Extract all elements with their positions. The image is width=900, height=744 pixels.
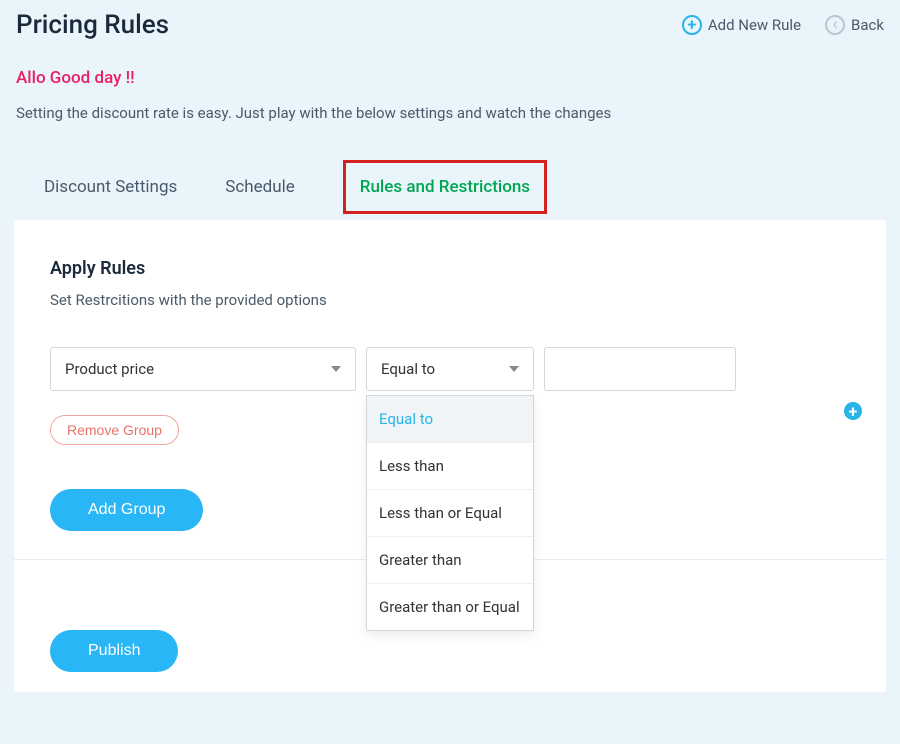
operator-option[interactable]: Less than bbox=[367, 443, 533, 490]
field-select[interactable]: Product price bbox=[50, 347, 356, 391]
tab-discount-settings[interactable]: Discount Settings bbox=[44, 171, 177, 203]
add-group-button[interactable]: Add Group bbox=[50, 489, 203, 531]
publish-button[interactable]: Publish bbox=[50, 630, 178, 672]
operator-option[interactable]: Less than or Equal bbox=[367, 490, 533, 537]
field-select-value: Product price bbox=[65, 360, 154, 378]
operator-option[interactable]: Greater than bbox=[367, 537, 533, 584]
add-new-rule-button[interactable]: Add New Rule bbox=[682, 15, 801, 35]
value-input[interactable] bbox=[544, 347, 736, 391]
chevron-down-icon bbox=[331, 366, 341, 372]
section-subtitle: Set Restrcitions with the provided optio… bbox=[50, 291, 850, 309]
add-new-rule-label: Add New Rule bbox=[708, 16, 801, 34]
back-label: Back bbox=[851, 16, 884, 34]
operator-select[interactable]: Equal to Equal to Less than Less than or… bbox=[366, 347, 534, 391]
rules-card: Apply Rules Set Restrcitions with the pr… bbox=[14, 220, 886, 692]
section-title: Apply Rules bbox=[50, 258, 850, 279]
back-arrow-icon bbox=[825, 15, 845, 35]
tab-rules-highlight: Rules and Restrictions bbox=[343, 160, 547, 214]
operator-select-value: Equal to bbox=[381, 360, 435, 378]
operator-option[interactable]: Equal to bbox=[367, 396, 533, 443]
add-rule-icon[interactable] bbox=[844, 402, 862, 420]
chevron-down-icon bbox=[509, 366, 519, 372]
plus-circle-icon bbox=[682, 15, 702, 35]
greeting-text: Allo Good day !! bbox=[0, 40, 900, 88]
operator-option[interactable]: Greater than or Equal bbox=[367, 584, 533, 630]
tab-rules-restrictions[interactable]: Rules and Restrictions bbox=[360, 171, 530, 203]
back-button[interactable]: Back bbox=[825, 15, 884, 35]
remove-group-button[interactable]: Remove Group bbox=[50, 415, 179, 445]
operator-dropdown: Equal to Less than Less than or Equal Gr… bbox=[366, 395, 534, 631]
subtext: Setting the discount rate is easy. Just … bbox=[0, 88, 900, 122]
rule-row: Product price Equal to Equal to Less tha… bbox=[50, 347, 850, 391]
tab-schedule[interactable]: Schedule bbox=[225, 171, 294, 203]
page-title: Pricing Rules bbox=[16, 10, 169, 40]
tabs: Discount Settings Schedule Rules and Res… bbox=[0, 122, 900, 214]
header-actions: Add New Rule Back bbox=[682, 15, 884, 35]
